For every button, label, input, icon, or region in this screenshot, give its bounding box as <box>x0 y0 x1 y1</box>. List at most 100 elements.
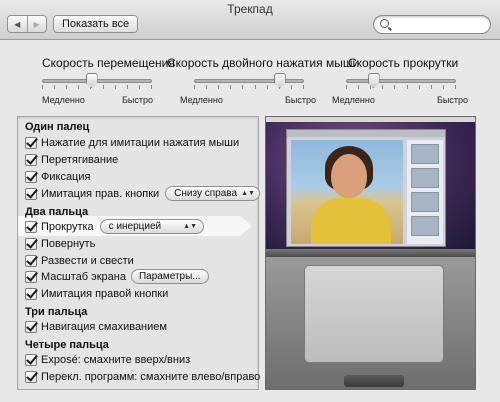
option-two-finger-secondary[interactable]: Имитация правой кнопки <box>25 286 168 301</box>
section-two-fingers: Два пальца <box>25 206 89 218</box>
secondary-click-popup[interactable]: Снизу справа ▲▼ <box>165 186 260 201</box>
label-pinch: Развести и свести <box>41 254 134 267</box>
thumbnail <box>411 168 439 188</box>
chevron-right-icon: ▶ <box>33 19 40 29</box>
slider-tick <box>267 85 268 89</box>
slider-tick <box>54 85 55 89</box>
preview-window <box>286 129 446 247</box>
checkbox-tap-to-click[interactable] <box>25 136 37 149</box>
preview-photo <box>291 140 403 244</box>
show-all-button[interactable]: Показать все <box>53 15 139 33</box>
navigation-buttons: ◀ ▶ <box>7 15 47 33</box>
label-secondary-click: Имитация прав. кнопки <box>41 187 160 200</box>
option-drag-lock[interactable]: Фиксация <box>25 169 90 184</box>
option-dragging[interactable]: Перетягивание <box>25 152 118 167</box>
search-field[interactable] <box>373 15 491 34</box>
back-button[interactable]: ◀ <box>8 16 27 32</box>
thumbnail <box>411 192 439 212</box>
scroll-speed-min-label: Медленно <box>332 95 375 105</box>
option-rotate[interactable]: Повернуть <box>25 236 95 251</box>
slider-tick <box>218 85 219 89</box>
slider-tick <box>394 85 395 89</box>
preview-window-titlebar <box>287 130 445 137</box>
preview-trackpad-area <box>266 257 475 389</box>
label-two-finger-secondary: Имитация правой кнопки <box>41 287 169 300</box>
label-dragging: Перетягивание <box>41 153 119 166</box>
double-click-speed-min-label: Медленно <box>180 95 223 105</box>
search-input[interactable] <box>394 18 484 31</box>
slider-tick <box>382 85 383 89</box>
checkbox-scroll[interactable] <box>25 220 37 233</box>
slider-tick <box>78 85 79 89</box>
slider-tick <box>291 85 292 89</box>
checkbox-app-switch[interactable] <box>25 370 37 383</box>
section-four-fingers: Четыре пальца <box>25 339 109 351</box>
slider-tick <box>431 85 432 89</box>
zoom-options-button[interactable]: Параметры... <box>130 269 209 284</box>
tracking-speed-label: Скорость перемещения <box>42 56 175 70</box>
slider-tick <box>443 85 444 89</box>
double-click-speed-label: Скорость двойного нажатия мыши <box>167 56 360 70</box>
preview-screen <box>266 117 475 257</box>
tracking-speed-ticks <box>42 85 152 89</box>
checkbox-pinch[interactable] <box>25 254 37 267</box>
preview-trackpad <box>304 265 444 363</box>
slider-tick <box>303 85 304 89</box>
option-zoom[interactable]: Масштаб экрана Параметры... <box>25 269 209 284</box>
label-swipe-navigate: Навигация смахиванием <box>41 320 167 333</box>
forward-button[interactable]: ▶ <box>26 16 47 32</box>
double-click-speed-track[interactable] <box>194 79 304 83</box>
label-tap-to-click: Нажатие для имитации нажатия мыши <box>41 136 240 149</box>
checkbox-dragging[interactable] <box>25 153 37 166</box>
slider-tick <box>419 85 420 89</box>
scroll-popup-value: с инерцией <box>108 221 162 232</box>
checkbox-swipe-navigate[interactable] <box>25 320 37 333</box>
slider-tick <box>194 85 195 89</box>
search-icon <box>380 19 389 28</box>
checkbox-two-finger-secondary[interactable] <box>25 287 37 300</box>
slider-tick <box>66 85 67 89</box>
checkbox-drag-lock[interactable] <box>25 170 37 183</box>
slider-tick <box>407 85 408 89</box>
thumbnail <box>411 216 439 236</box>
scroll-speed-track[interactable] <box>346 79 456 83</box>
popup-arrows-icon: ▲▼ <box>183 223 198 230</box>
checkbox-secondary-click[interactable] <box>25 187 37 200</box>
window-toolbar: Трекпад ◀ ▶ Показать все <box>0 0 500 40</box>
tracking-speed-min-label: Медленно <box>42 95 85 105</box>
gesture-preview <box>265 116 476 390</box>
checkbox-zoom[interactable] <box>25 270 37 283</box>
label-drag-lock: Фиксация <box>41 170 91 183</box>
double-click-speed-max-label: Быстро <box>285 95 317 105</box>
slider-tick <box>455 85 456 89</box>
option-tap-to-click[interactable]: Нажатие для имитации нажатия мыши <box>25 135 239 150</box>
label-app-switch: Перекл. программ: смахните влево/вправо <box>41 370 261 383</box>
option-swipe-navigate[interactable]: Навигация смахиванием <box>25 319 167 334</box>
slider-tick <box>42 85 43 89</box>
slider-tick <box>103 85 104 89</box>
option-expose[interactable]: Exposé: смахните вверх/вниз <box>25 352 190 367</box>
slider-tick <box>115 85 116 89</box>
slider-tick <box>358 85 359 89</box>
checkbox-expose[interactable] <box>25 353 37 366</box>
photo-shirt <box>311 198 391 244</box>
label-zoom: Масштаб экрана <box>41 270 126 283</box>
option-app-switch[interactable]: Перекл. программ: смахните влево/вправо <box>25 369 260 384</box>
preview-dock <box>266 249 475 257</box>
selection-pointer <box>240 216 252 236</box>
option-scroll[interactable]: Прокрутка с инерцией ▲▼ <box>25 219 205 234</box>
tracking-speed-max-label: Быстро <box>122 95 154 105</box>
scroll-speed-ticks <box>346 85 456 89</box>
preview-trackpad-button <box>344 375 404 387</box>
scroll-speed-label: Скорость прокрутки <box>348 56 459 70</box>
scroll-popup[interactable]: с инерцией ▲▼ <box>99 219 205 234</box>
label-rotate: Повернуть <box>41 237 96 250</box>
section-one-finger: Один палец <box>25 121 90 133</box>
option-secondary-click[interactable]: Имитация прав. кнопки Снизу справа ▲▼ <box>25 186 260 201</box>
slider-tick <box>346 85 347 89</box>
option-pinch[interactable]: Развести и свести <box>25 253 134 268</box>
double-click-speed-ticks <box>194 85 304 89</box>
checkbox-rotate[interactable] <box>25 237 37 250</box>
section-three-fingers: Три пальца <box>25 306 88 318</box>
slider-tick <box>242 85 243 89</box>
